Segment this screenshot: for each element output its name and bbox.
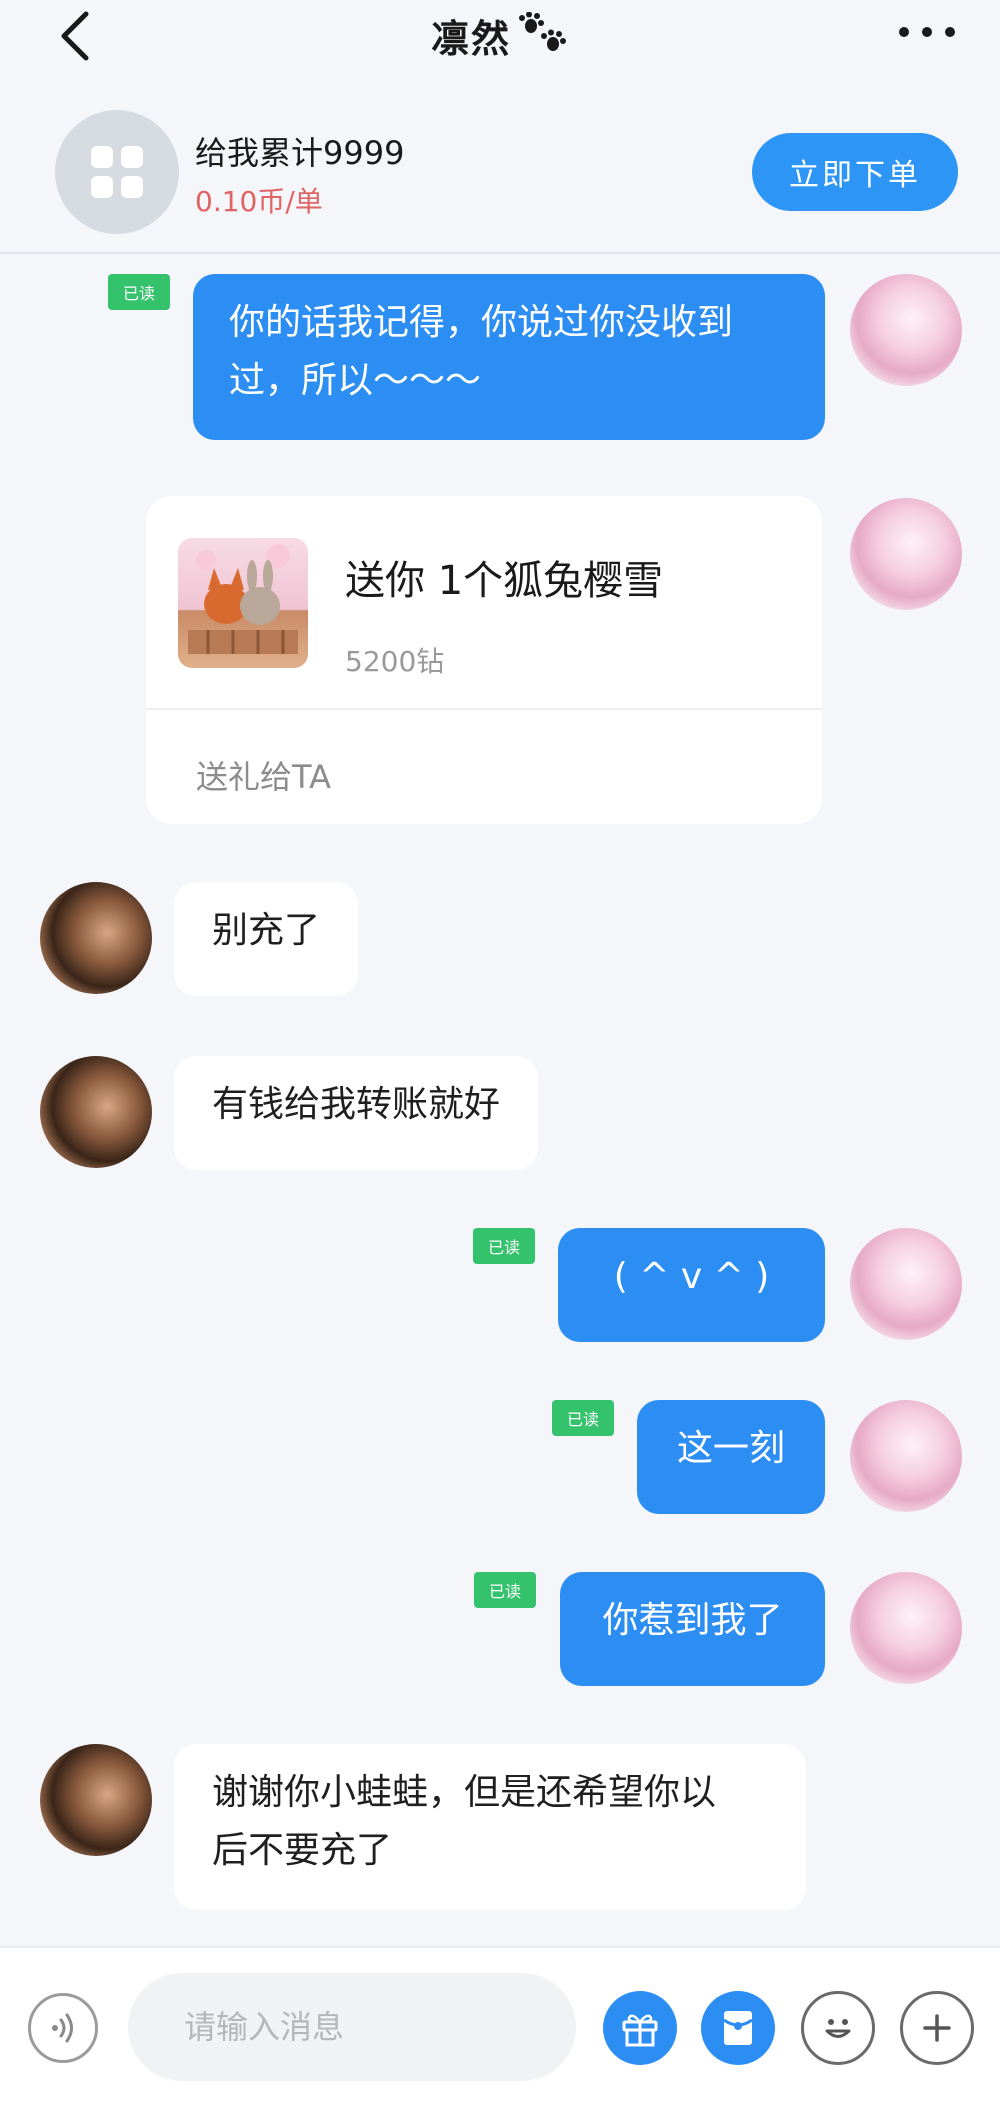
message-bubble-me[interactable]: ( ^ v ^ ) [558, 1228, 825, 1342]
voice-button[interactable] [28, 1993, 98, 2063]
my-avatar[interactable] [850, 274, 962, 386]
send-gift-link[interactable]: 送礼给TA [196, 752, 331, 798]
message-bubble-me[interactable]: 你惹到我了 [560, 1572, 825, 1686]
chevron-left-icon [61, 11, 89, 61]
read-badge: 已读 [552, 1400, 614, 1436]
more-button[interactable] [892, 8, 962, 56]
my-avatar[interactable] [850, 1572, 962, 1684]
plus-icon [923, 2014, 951, 2042]
other-avatar[interactable] [40, 1744, 152, 1856]
order-now-button[interactable]: 立即下单 [752, 133, 958, 211]
order-title: 给我累计9999 [195, 134, 405, 172]
read-badge: 已读 [474, 1572, 536, 1608]
voice-icon [52, 2013, 73, 2043]
gift-price: 5200钻 [345, 645, 445, 678]
my-avatar[interactable] [850, 498, 962, 610]
read-badge: 已读 [473, 1228, 535, 1264]
top-bar [0, 0, 1000, 90]
red-packet-icon [723, 2011, 753, 2045]
message-text-line: 谢谢你小蛙蛙，但是还希望你以 [212, 1772, 717, 1813]
other-avatar[interactable] [40, 1056, 152, 1168]
message-bubble-other[interactable]: 有钱给我转账就好 [174, 1056, 539, 1170]
order-avatar [55, 110, 179, 234]
message-text-line: 过，所以～～～ [229, 360, 482, 401]
gift-button[interactable] [603, 1991, 677, 2065]
my-avatar[interactable] [850, 1228, 962, 1340]
emoji-icon [825, 2019, 851, 2038]
read-badge: 已读 [108, 274, 170, 310]
red-packet-button[interactable] [701, 1991, 775, 2065]
more-horizontal-icon [899, 27, 955, 37]
gift-image [178, 538, 308, 668]
message-bubble-other[interactable]: 别充了 [174, 882, 359, 996]
message-input[interactable] [128, 1973, 576, 2081]
message-text-line: 你的话我记得，你说过你没收到 [229, 302, 734, 343]
gift-name: 送你 1个狐兔樱雪 [345, 558, 664, 604]
message-bubble-other[interactable]: 谢谢你小蛙蛙，但是还希望你以 后不要充了 [174, 1744, 806, 1910]
plus-button[interactable] [900, 1991, 974, 2065]
emoji-button[interactable] [801, 1991, 875, 2065]
gift-divider [146, 708, 822, 710]
order-price: 0.10币/单 [195, 185, 323, 218]
fox-rabbit-gift-icon [188, 544, 298, 654]
message-bubble-me[interactable]: 你的话我记得，你说过你没收到 过，所以～～～ [193, 274, 825, 440]
message-bubble-me[interactable]: 这一刻 [637, 1400, 825, 1514]
gift-icon [622, 2014, 658, 2047]
other-avatar[interactable] [40, 882, 152, 994]
back-button[interactable] [52, 6, 102, 66]
my-avatar[interactable] [850, 1400, 962, 1512]
message-text-line: 后不要充了 [212, 1830, 393, 1871]
app-grid-icon [91, 146, 143, 198]
